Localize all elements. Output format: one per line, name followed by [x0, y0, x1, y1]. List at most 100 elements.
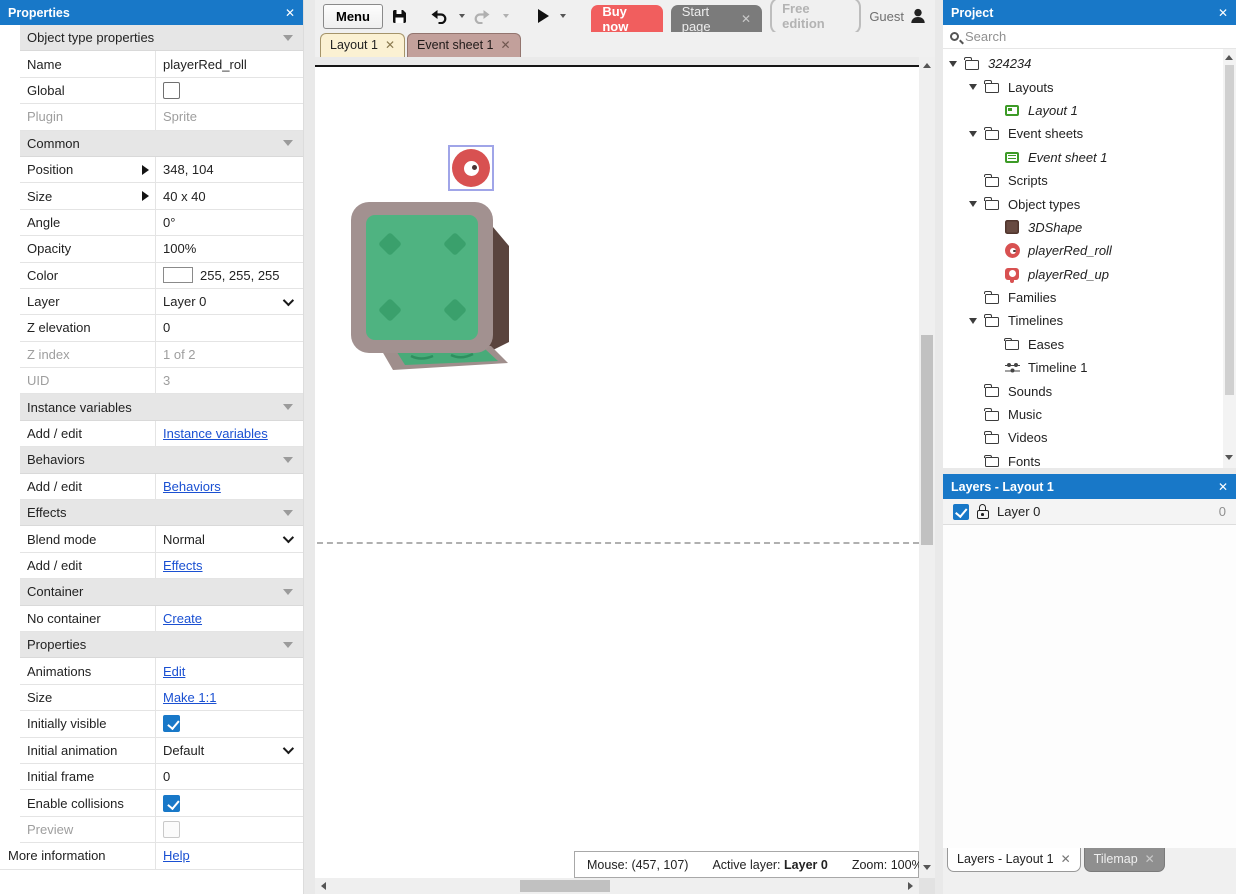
property-row[interactable]: Angle 0° 0°	[20, 210, 303, 236]
close-icon[interactable]	[285, 6, 295, 20]
horizontal-scrollbar-thumb[interactable]	[520, 880, 610, 892]
scroll-down-icon[interactable]	[923, 865, 931, 870]
dropdown-chevron-icon[interactable]	[283, 743, 294, 754]
project-tree-item[interactable]: Layouts	[943, 75, 1236, 98]
undo-dropdown-icon[interactable]	[459, 14, 465, 18]
checkbox[interactable]	[163, 715, 180, 732]
panel-divider[interactable]	[935, 0, 943, 894]
section-collapse-icon[interactable]	[283, 457, 293, 463]
vertical-scrollbar[interactable]	[919, 57, 935, 878]
section-collapse-icon[interactable]	[283, 404, 293, 410]
horizontal-scrollbar[interactable]	[315, 878, 935, 894]
project-tree-item[interactable]: 3DShape	[943, 216, 1236, 239]
property-row[interactable]: Preview	[20, 817, 303, 843]
property-row[interactable]: Blend mode Normal Normal	[20, 526, 303, 552]
undo-button[interactable]	[429, 8, 448, 24]
property-row[interactable]: Global	[20, 78, 303, 104]
property-link[interactable]: Help	[163, 848, 190, 863]
project-tree-item[interactable]: Eases	[943, 333, 1236, 356]
lock-open-icon[interactable]	[977, 510, 989, 520]
property-row[interactable]: Opacity 100% 100%	[20, 236, 303, 262]
selected-sprite-playerred-roll[interactable]	[448, 145, 494, 191]
property-row[interactable]: Position 348, 104 348, 104	[20, 157, 303, 183]
redo-dropdown-icon[interactable]	[503, 14, 509, 18]
property-link[interactable]: Behaviors	[163, 479, 221, 494]
layout-canvas[interactable]: Mouse: (457, 107) Active layer: Layer 0 …	[315, 57, 935, 878]
close-icon[interactable]	[1218, 6, 1228, 20]
tree-expand-arrow-icon[interactable]	[949, 61, 965, 67]
property-row[interactable]: Initial frame 0 0	[20, 764, 303, 790]
property-row[interactable]: UID 3 3	[20, 368, 303, 394]
checkbox[interactable]	[163, 82, 180, 99]
redo-button[interactable]	[473, 8, 492, 24]
tab-layout-1[interactable]: Layout 1	[320, 33, 405, 57]
expander-arrow-icon[interactable]	[142, 191, 149, 201]
checkbox[interactable]	[163, 795, 180, 812]
property-row[interactable]: Name playerRed_roll playerRed_roll	[20, 51, 303, 77]
account-button[interactable]: Guest	[869, 7, 927, 25]
project-tree-item[interactable]: playerRed_up	[943, 263, 1236, 286]
expander-arrow-icon[interactable]	[142, 165, 149, 175]
panel-divider[interactable]	[303, 0, 315, 894]
close-icon[interactable]	[500, 38, 510, 52]
property-row[interactable]: Add / edit Effects Effects	[20, 553, 303, 579]
property-link[interactable]: Instance variables	[163, 426, 268, 441]
property-row[interactable]: Effects	[20, 500, 303, 526]
project-tree-item[interactable]: Videos	[943, 426, 1236, 449]
property-row[interactable]: Initially visible	[20, 711, 303, 737]
property-row[interactable]: Container	[20, 579, 303, 605]
project-tree-item[interactable]: Event sheets	[943, 122, 1236, 145]
close-icon[interactable]	[385, 38, 395, 52]
project-tree-item[interactable]: Timelines	[943, 309, 1236, 332]
section-collapse-icon[interactable]	[283, 589, 293, 595]
dropdown-chevron-icon[interactable]	[283, 532, 294, 543]
property-row[interactable]: Plugin Sprite Sprite	[20, 104, 303, 130]
property-link[interactable]: Create	[163, 611, 202, 626]
close-icon[interactable]	[1145, 852, 1155, 866]
property-row[interactable]: Behaviors	[20, 447, 303, 473]
project-tree-item[interactable]: Event sheet 1	[943, 146, 1236, 169]
project-tree-item[interactable]: 324234	[943, 52, 1236, 75]
scroll-up-icon[interactable]	[1225, 55, 1233, 60]
property-row[interactable]: Instance variables	[20, 394, 303, 420]
tree-expand-arrow-icon[interactable]	[969, 201, 985, 207]
scroll-down-icon[interactable]	[1225, 455, 1233, 460]
project-tree-item[interactable]: Sounds	[943, 379, 1236, 402]
property-row[interactable]: Enable collisions	[20, 790, 303, 816]
property-row[interactable]: Animations Edit Edit	[20, 658, 303, 684]
property-row[interactable]: Z index 1 of 2 1 of 2	[20, 342, 303, 368]
layer-row[interactable]: Layer 0 0	[943, 499, 1236, 525]
property-row[interactable]: Common	[20, 131, 303, 157]
close-icon[interactable]	[1218, 480, 1228, 494]
property-row[interactable]: Color 255, 255, 255 255, 255, 255	[20, 263, 303, 289]
tree-expand-arrow-icon[interactable]	[969, 84, 985, 90]
color-swatch[interactable]	[163, 267, 193, 283]
tab-layers-layout-1[interactable]: Layers - Layout 1	[947, 848, 1081, 872]
project-tree-item[interactable]: Fonts	[943, 450, 1236, 468]
property-row[interactable]: Object type properties	[20, 25, 303, 51]
vertical-scrollbar-thumb[interactable]	[921, 335, 933, 545]
save-button[interactable]	[391, 8, 408, 25]
property-row[interactable]: Add / edit Instance variables Instance v…	[20, 421, 303, 447]
tree-expand-arrow-icon[interactable]	[969, 131, 985, 137]
section-collapse-icon[interactable]	[283, 140, 293, 146]
section-collapse-icon[interactable]	[283, 35, 293, 41]
dice-3dshape-sprite[interactable]	[351, 202, 513, 372]
project-tree-item[interactable]: Layout 1	[943, 99, 1236, 122]
close-icon[interactable]	[1061, 852, 1071, 866]
search-input[interactable]	[965, 29, 1229, 44]
tab-start-page[interactable]: Start page	[671, 5, 762, 32]
dropdown-chevron-icon[interactable]	[283, 295, 294, 306]
playerred-roll-sprite[interactable]	[452, 149, 490, 187]
scroll-up-icon[interactable]	[923, 63, 931, 68]
property-row[interactable]: Initial animation Default Default	[20, 738, 303, 764]
section-collapse-icon[interactable]	[283, 642, 293, 648]
property-row[interactable]: Properties	[20, 632, 303, 658]
checkbox[interactable]	[163, 821, 180, 838]
project-tree-item[interactable]: Object types	[943, 192, 1236, 215]
menu-button[interactable]: Menu	[323, 4, 383, 29]
property-row[interactable]: Layer Layer 0 Layer 0	[20, 289, 303, 315]
project-tree-item[interactable]: Families	[943, 286, 1236, 309]
property-row[interactable]: No container Create Create	[20, 606, 303, 632]
buy-now-button[interactable]: Buy now	[591, 5, 662, 32]
